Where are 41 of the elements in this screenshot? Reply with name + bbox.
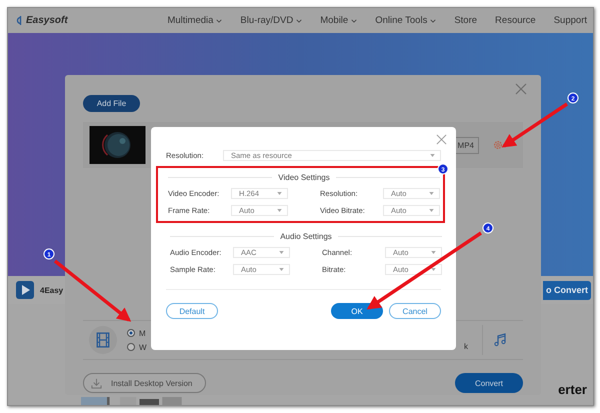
format-option: k [464,342,468,350]
music-icon[interactable] [493,333,507,347]
settings-icon[interactable] [493,140,503,150]
nav-link[interactable]: Blu-ray/DVD [231,15,312,26]
caret-icon [277,192,282,195]
caret-icon [277,209,282,212]
caret-icon [279,251,284,254]
logo-text: Easysoft [26,15,68,26]
add-file-button[interactable]: Add File [83,95,140,112]
caret-icon [431,251,436,254]
brand-name: 4Easy [40,286,64,294]
nav-link[interactable]: Resource [486,15,545,26]
convert-button[interactable]: o Convert [543,280,591,300]
video-format-icon[interactable] [89,326,117,354]
radio-button[interactable] [127,329,135,337]
cancel-button[interactable]: Cancel [389,303,441,319]
convert-button[interactable]: Convert [455,373,523,393]
annotation-arrow [502,102,568,148]
page-heading: erter [558,382,587,397]
nav-link[interactable]: Mobile [311,15,366,26]
caret-icon [431,268,436,271]
ok-button[interactable]: OK [331,303,383,319]
download-icon [91,378,102,388]
caret-icon [279,268,284,271]
install-button[interactable]: Install Desktop Version [83,373,206,393]
close-icon[interactable] [436,134,447,145]
default-button[interactable]: Default [166,303,218,319]
play-logo-icon [16,281,34,299]
caret-icon [429,192,434,195]
nav-link[interactable]: Online Tools [366,15,446,26]
nav-link[interactable]: Support [544,15,587,26]
nav-link[interactable]: Store [445,15,486,26]
section-title: Video Settings [278,172,330,182]
radio-button[interactable] [127,343,135,351]
caret-icon [430,154,435,157]
radio-label: M [139,328,146,338]
section-title: Audio Settings [280,232,332,240]
radio-label: W [139,342,147,352]
caret-icon [429,209,434,212]
nav-link[interactable]: Multimedia [158,15,232,26]
close-icon[interactable] [515,83,527,95]
